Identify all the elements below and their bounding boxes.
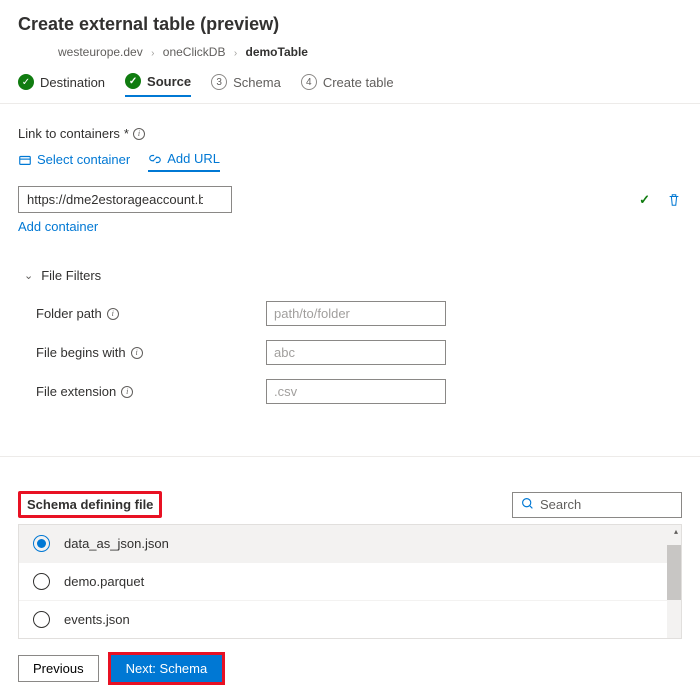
divider (0, 456, 700, 457)
file-name: demo.parquet (64, 574, 144, 589)
file-begins-with-input[interactable] (266, 340, 446, 365)
schema-file-list: ▴ data_as_json.json demo.parquet events.… (18, 524, 682, 639)
info-icon[interactable]: i (131, 347, 143, 359)
wizard-step-destination[interactable]: ✓ Destination (18, 73, 105, 97)
wizard-steps: ✓ Destination ✓ Source 3 Schema 4 Create… (0, 73, 700, 104)
wizard-step-label: Destination (40, 75, 105, 90)
step-number-icon: 3 (211, 74, 227, 90)
search-input[interactable] (540, 497, 673, 512)
breadcrumb-leaf: demoTable (246, 45, 308, 59)
file-name: events.json (64, 612, 130, 627)
file-extension-label: File extension i (36, 384, 266, 399)
tab-label: Add URL (167, 151, 220, 166)
breadcrumb: westeurope.dev › oneClickDB › demoTable (18, 45, 682, 59)
folder-path-label: Folder path i (36, 306, 266, 321)
add-container-link[interactable]: Add container (18, 219, 98, 234)
file-begins-with-label: File begins with i (36, 345, 266, 360)
container-url-input[interactable] (18, 186, 232, 213)
chevron-right-icon: › (151, 48, 154, 59)
file-filters-label: File Filters (41, 268, 101, 283)
wizard-step-label: Create table (323, 75, 394, 90)
tab-select-container[interactable]: Select container (18, 151, 130, 172)
info-icon[interactable]: i (133, 128, 145, 140)
breadcrumb-mid[interactable]: oneClickDB (163, 45, 226, 59)
search-icon (521, 497, 534, 513)
tab-label: Select container (37, 152, 130, 167)
step-number-icon: 4 (301, 74, 317, 90)
list-item[interactable]: demo.parquet (19, 563, 681, 601)
scrollbar-track[interactable]: ▴ (667, 525, 681, 638)
list-item[interactable]: events.json (19, 601, 681, 638)
radio-icon[interactable] (33, 573, 50, 590)
list-item[interactable]: data_as_json.json (19, 525, 681, 563)
scroll-up-icon[interactable]: ▴ (674, 527, 678, 536)
folder-path-input[interactable] (266, 301, 446, 326)
file-name: data_as_json.json (64, 536, 169, 551)
info-icon[interactable]: i (121, 386, 133, 398)
container-icon (18, 153, 32, 167)
wizard-step-label: Schema (233, 75, 281, 90)
check-icon: ✓ (125, 73, 141, 89)
previous-button[interactable]: Previous (18, 655, 99, 682)
link-to-containers-label: Link to containers * i (18, 126, 682, 141)
file-filters-toggle[interactable]: ⌄ File Filters (24, 268, 682, 283)
wizard-step-create-table[interactable]: 4 Create table (301, 73, 394, 97)
page-title: Create external table (preview) (18, 14, 682, 35)
radio-icon[interactable] (33, 611, 50, 628)
scrollbar-thumb[interactable] (667, 545, 681, 600)
file-extension-input[interactable] (266, 379, 446, 404)
wizard-step-source[interactable]: ✓ Source (125, 73, 191, 97)
schema-defining-file-title: Schema defining file (18, 491, 162, 518)
chevron-right-icon: › (234, 48, 237, 59)
wizard-step-label: Source (147, 74, 191, 89)
radio-selected-icon[interactable] (33, 535, 50, 552)
search-box[interactable] (512, 492, 682, 518)
info-icon[interactable]: i (107, 308, 119, 320)
wizard-step-schema[interactable]: 3 Schema (211, 73, 281, 97)
delete-icon[interactable] (666, 193, 682, 207)
chevron-down-icon: ⌄ (24, 269, 33, 282)
link-icon (148, 152, 162, 166)
breadcrumb-root[interactable]: westeurope.dev (58, 45, 143, 59)
tab-add-url[interactable]: Add URL (148, 151, 220, 172)
next-schema-button[interactable]: Next: Schema (111, 655, 223, 682)
check-icon: ✓ (639, 192, 650, 208)
check-icon: ✓ (18, 74, 34, 90)
